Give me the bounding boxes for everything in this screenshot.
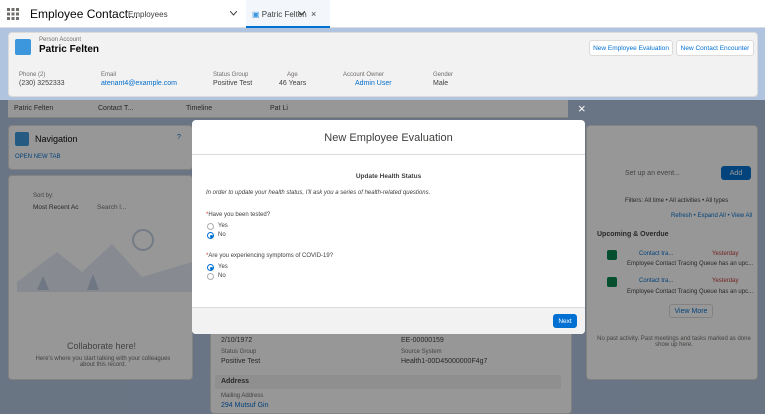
chevron-down-icon[interactable] xyxy=(298,11,305,16)
field-value-owner[interactable]: Admin User xyxy=(355,80,392,87)
modal-title: New Employee Evaluation xyxy=(324,132,453,144)
global-header: Employee Contact... Employees ▣ Patric F… xyxy=(0,0,765,28)
field-label-owner: Account Owner xyxy=(343,72,385,78)
q1-yes-label[interactable]: Yes xyxy=(218,223,228,229)
tab-patric-felten[interactable]: ▣ Patric Felten xyxy=(246,0,330,28)
q1-yes-radio[interactable] xyxy=(207,223,214,230)
field-value-status-group: Positive Test xyxy=(213,80,253,87)
record-type-label: Person Account xyxy=(39,37,82,43)
record-name: Patric Felten xyxy=(39,44,100,55)
chevron-down-icon[interactable] xyxy=(230,11,237,16)
q1-no-radio[interactable] xyxy=(207,232,214,239)
new-employee-evaluation-button[interactable]: New Employee Evaluation xyxy=(589,40,673,56)
q2-no-radio[interactable] xyxy=(207,273,214,280)
record-header: Person Account Patric Felten New Employe… xyxy=(8,32,758,97)
q1-no-label[interactable]: No xyxy=(218,232,226,238)
field-value-email[interactable]: atenant4@example.com xyxy=(101,80,177,87)
intro-text: In order to update your health status, I… xyxy=(206,190,431,196)
modal-footer: Next xyxy=(192,307,585,334)
q2-yes-radio[interactable] xyxy=(207,264,214,271)
close-icon[interactable]: × xyxy=(578,101,586,116)
tab-employees[interactable]: Employees xyxy=(122,0,226,28)
field-label-gender: Gender xyxy=(433,72,454,78)
field-label-age: Age xyxy=(287,72,298,78)
person-account-icon xyxy=(15,39,31,55)
question-1-label: *Have you been tested? xyxy=(206,212,271,218)
tab-label: Employees xyxy=(128,10,168,19)
field-value-age: 46 Years xyxy=(279,80,307,87)
person-account-icon: ▣ xyxy=(252,10,260,19)
q2-no-label[interactable]: No xyxy=(218,273,226,279)
q2-yes-label[interactable]: Yes xyxy=(218,264,228,270)
modal-header: New Employee Evaluation xyxy=(192,120,585,155)
app-launcher-icon[interactable] xyxy=(6,7,20,21)
new-contact-encounter-button[interactable]: New Contact Encounter xyxy=(676,40,754,56)
question-2-label: *Are you experiencing symptoms of COVID-… xyxy=(206,253,334,259)
field-label-phone: Phone (2) xyxy=(19,72,46,78)
field-label-email: Email xyxy=(101,72,117,78)
close-tab-icon[interactable]: × xyxy=(311,9,316,19)
new-employee-evaluation-modal: New Employee Evaluation Update Health St… xyxy=(192,120,585,334)
next-button[interactable]: Next xyxy=(553,314,577,328)
field-value-gender: Male xyxy=(433,80,449,87)
section-title: Update Health Status xyxy=(355,173,422,180)
field-value-phone: (230) 3252333 xyxy=(19,80,65,87)
field-label-status-group: Status Group xyxy=(213,72,249,78)
